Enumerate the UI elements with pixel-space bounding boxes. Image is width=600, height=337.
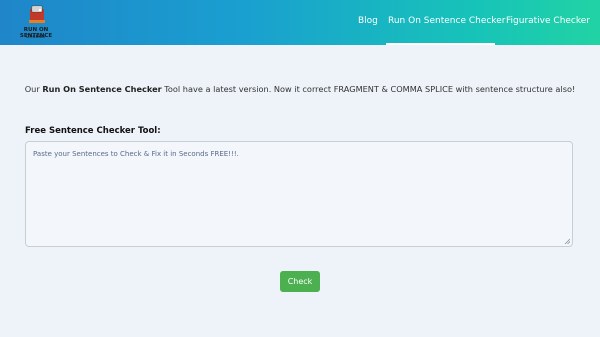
sentence-input-placeholder: Paste your Sentences to Check & Fix it i… [33,150,239,158]
resize-handle-icon[interactable] [564,238,570,244]
logo-subtitle: Checker [25,34,47,40]
nav-run-on-sentence-checker[interactable]: Run On Sentence Checker [388,16,505,26]
intro-highlight: Run On Sentence Checker [42,84,162,94]
site-logo[interactable]: RUN ON SENTENCE Checker [10,3,62,43]
active-nav-indicator [386,43,495,45]
intro-text: Our Run On Sentence Checker Tool have a … [0,84,600,94]
intro-prefix: Our [24,84,40,94]
nav-blog[interactable]: Blog [358,16,378,26]
nav-figurative-checker[interactable]: Figurative Checker [506,16,590,26]
header-bar: RUN ON SENTENCE Checker Blog Run On Sent… [0,0,600,45]
check-button[interactable]: Check [280,271,320,292]
intro-suffix: Tool have a latest version. Now it corre… [164,84,576,94]
main-nav: Blog Run On Sentence Checker Figurative … [358,0,590,45]
book-icon [29,5,45,23]
tool-label: Free Sentence Checker Tool: [25,126,161,136]
sentence-input[interactable]: Paste your Sentences to Check & Fix it i… [25,141,573,247]
